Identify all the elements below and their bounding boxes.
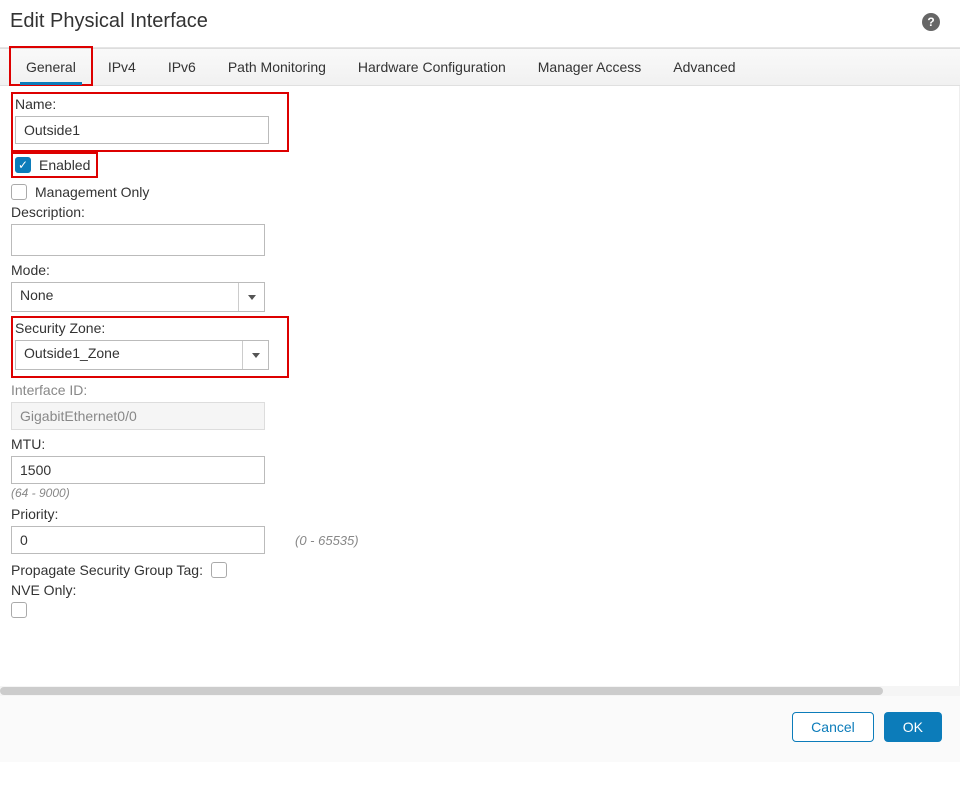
priority-row: Priority: (0 - 65535): [11, 506, 949, 554]
dialog-header: Edit Physical Interface ?: [0, 0, 960, 48]
propagate-checkbox[interactable]: [211, 562, 227, 578]
tab-ipv4[interactable]: IPv4: [92, 49, 152, 85]
mode-label: Mode:: [11, 262, 949, 278]
nve-label: NVE Only:: [11, 582, 949, 598]
propagate-label: Propagate Security Group Tag:: [11, 562, 203, 578]
help-icon[interactable]: ?: [922, 13, 940, 31]
scrollbar[interactable]: [0, 686, 960, 696]
dialog-edit-physical-interface: Edit Physical Interface ? General IPv4 I…: [0, 0, 960, 762]
mtu-row: MTU: (64 - 9000): [11, 436, 949, 500]
tab-hardware-configuration[interactable]: Hardware Configuration: [342, 49, 522, 85]
management-only-checkbox[interactable]: [11, 184, 27, 200]
scrollbar-thumb[interactable]: [0, 687, 883, 695]
mtu-input[interactable]: [11, 456, 265, 484]
name-section-highlight: Name:: [11, 92, 289, 152]
enabled-section-highlight: ✓ Enabled: [11, 152, 98, 178]
description-label: Description:: [11, 204, 949, 220]
cancel-button[interactable]: Cancel: [792, 712, 874, 742]
management-only-label: Management Only: [35, 184, 149, 200]
mtu-hint: (64 - 9000): [11, 486, 949, 500]
nve-checkbox[interactable]: [11, 602, 27, 618]
priority-input[interactable]: [11, 526, 265, 554]
mtu-label: MTU:: [11, 436, 949, 452]
name-input[interactable]: [15, 116, 269, 144]
mode-select[interactable]: None: [11, 282, 265, 312]
propagate-row: Propagate Security Group Tag:: [11, 562, 949, 578]
security-zone-section-highlight: Security Zone: Outside1_Zone: [11, 316, 289, 378]
tab-bar: General IPv4 IPv6 Path Monitoring Hardwa…: [0, 48, 960, 86]
interface-id-input: [11, 402, 265, 430]
tab-general[interactable]: General: [10, 49, 92, 85]
tab-advanced[interactable]: Advanced: [657, 49, 751, 85]
enabled-checkbox[interactable]: ✓: [15, 157, 31, 173]
security-zone-select[interactable]: Outside1_Zone: [15, 340, 269, 370]
priority-hint: (0 - 65535): [295, 533, 359, 548]
priority-label: Priority:: [11, 506, 949, 522]
tab-manager-access[interactable]: Manager Access: [522, 49, 658, 85]
mode-row: Mode: None: [11, 262, 949, 312]
tab-ipv6[interactable]: IPv6: [152, 49, 212, 85]
checkmark-icon: ✓: [18, 159, 28, 171]
name-label: Name:: [15, 96, 283, 112]
ok-button[interactable]: OK: [884, 712, 942, 742]
interface-id-label: Interface ID:: [11, 382, 949, 398]
enabled-label: Enabled: [39, 157, 90, 173]
description-row: Description:: [11, 204, 949, 256]
nve-row: NVE Only:: [11, 582, 949, 621]
form-body: Name: ✓ Enabled Management Only Descript…: [0, 86, 960, 686]
dialog-footer: Cancel OK: [0, 696, 960, 762]
tab-label: General: [26, 59, 76, 75]
interface-id-row: Interface ID:: [11, 382, 949, 430]
dialog-title: Edit Physical Interface: [10, 10, 208, 33]
description-input[interactable]: [11, 224, 265, 256]
tab-path-monitoring[interactable]: Path Monitoring: [212, 49, 342, 85]
management-only-row: Management Only: [11, 184, 949, 200]
security-zone-label: Security Zone:: [15, 320, 281, 336]
